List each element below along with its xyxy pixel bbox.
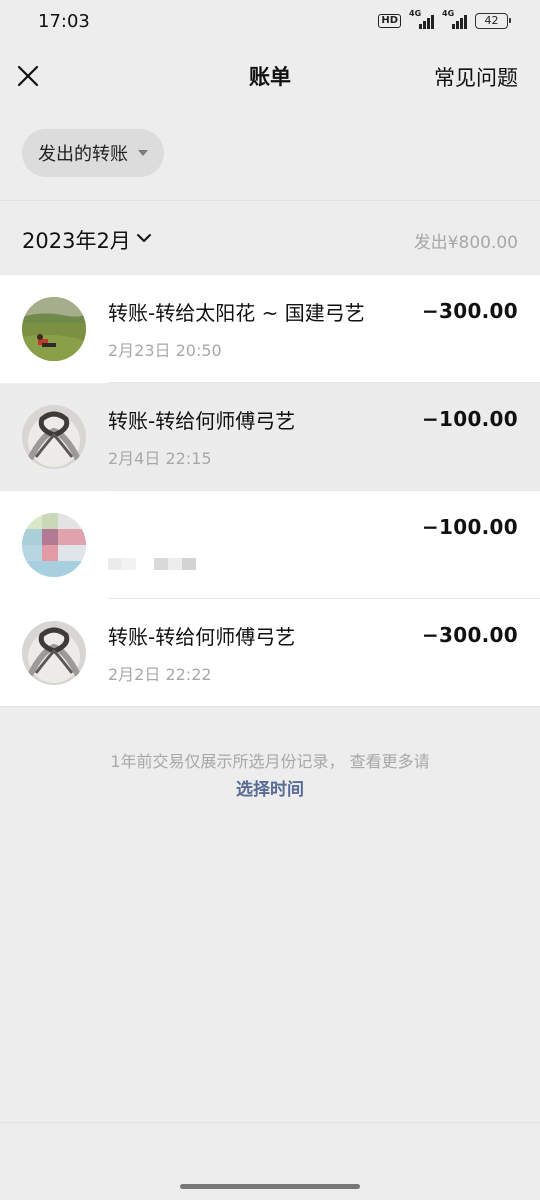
status-icons: HD 4G 4G 42 [378, 9, 511, 31]
transaction-row[interactable]: 转账-转给何师傅弓艺 2月4日 22:15 −100.00 [0, 383, 540, 491]
divider [0, 1122, 540, 1123]
faq-link[interactable]: 常见问题 [434, 62, 518, 92]
knot-avatar [22, 621, 86, 685]
knot-avatar [22, 405, 86, 469]
network-type-label: 4G [409, 9, 422, 18]
transaction-row[interactable]: 转账-转给何师傅弓艺 2月2日 22:22 −300.00 [0, 599, 540, 707]
transaction-row[interactable]: 转账-转给太阳花 ~ 国建弓艺 2月23日 20:50 −300.00 [0, 275, 540, 383]
transaction-amount: −100.00 [421, 515, 518, 539]
transaction-time: 2月2日 22:22 [108, 665, 212, 684]
transaction-amount: −100.00 [421, 407, 518, 431]
footer-note: 1年前交易仅展示所选月份记录， 查看更多请 选择时间 [0, 748, 540, 804]
hd-icon: HD [378, 14, 401, 28]
footer-note-text: 1年前交易仅展示所选月份记录， 查看更多请 [110, 752, 430, 771]
month-header: 2023年2月 发出¥800.00 [0, 200, 540, 275]
divider [0, 706, 540, 707]
battery-icon: 42 [475, 13, 511, 29]
month-selector[interactable]: 2023年2月 [22, 225, 131, 255]
signal-icon-2: 4G [442, 9, 467, 29]
nav-bar: 账单 常见问题 [0, 44, 540, 108]
chevron-down-icon[interactable] [135, 229, 153, 247]
select-time-link[interactable]: 选择时间 [0, 776, 540, 804]
transaction-time: 2月23日 20:50 [108, 341, 222, 360]
transaction-row[interactable]: −100.00 [0, 491, 540, 599]
status-time: 17:03 [38, 11, 90, 32]
month-total: 发出¥800.00 [413, 233, 518, 253]
filter-bar: 发出的转账 [0, 108, 540, 200]
status-bar: 17:03 HD 4G 4G 42 [0, 0, 540, 44]
transaction-title: 转账-转给何师傅弓艺 [108, 409, 296, 433]
transaction-amount: −300.00 [421, 623, 518, 647]
pixelated-avatar [22, 513, 86, 577]
transaction-list: 转账-转给太阳花 ~ 国建弓艺 2月23日 20:50 −300.00 转账-转… [0, 275, 540, 707]
home-indicator[interactable] [180, 1184, 360, 1189]
signal-icon: 4G [409, 9, 434, 29]
filter-label: 发出的转账 [38, 144, 128, 165]
caret-down-icon [138, 150, 148, 156]
transaction-title: 转账-转给太阳花 ~ 国建弓艺 [108, 301, 365, 325]
transfer-filter-dropdown[interactable]: 发出的转账 [22, 129, 164, 177]
transaction-title: 转账-转给何师傅弓艺 [108, 625, 296, 649]
photo-avatar [22, 297, 86, 361]
transaction-amount: −300.00 [421, 299, 518, 323]
close-icon[interactable] [14, 62, 42, 90]
network-type-label-2: 4G [442, 9, 455, 18]
transaction-time: 2月4日 22:15 [108, 449, 212, 468]
